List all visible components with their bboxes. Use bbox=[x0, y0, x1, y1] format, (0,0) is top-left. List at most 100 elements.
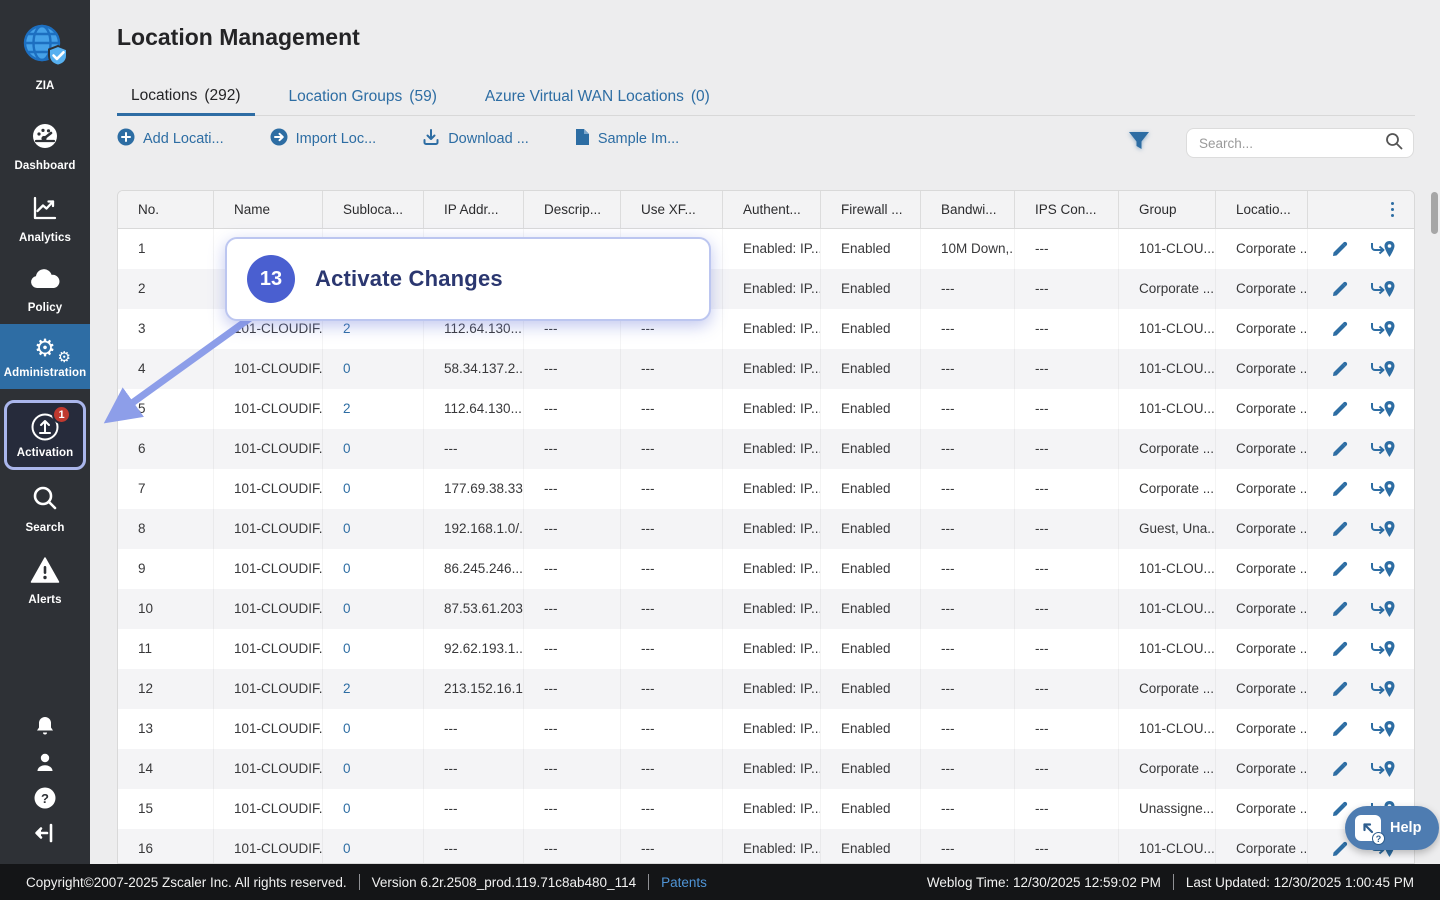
magnifier-icon[interactable] bbox=[1385, 132, 1403, 155]
cell-location: Corporate ... bbox=[1216, 269, 1308, 309]
edit-pencil-icon[interactable] bbox=[1332, 801, 1348, 817]
column-header-name[interactable]: Name bbox=[214, 191, 323, 228]
cell-sublocation-link[interactable]: 0 bbox=[323, 509, 424, 549]
sidebar-item-alerts[interactable]: Alerts bbox=[0, 556, 90, 606]
cell-sublocation-link[interactable]: 0 bbox=[323, 589, 424, 629]
sidebar-item-zia-logo[interactable]: ZIA bbox=[0, 22, 90, 92]
cell-sublocation-link[interactable]: 0 bbox=[323, 629, 424, 669]
cell-use-xff: --- bbox=[621, 709, 723, 749]
cell-name: 101-CLOUDIF... bbox=[214, 829, 323, 863]
edit-pencil-icon[interactable] bbox=[1332, 561, 1348, 577]
sidebar-item-search[interactable]: Search bbox=[0, 484, 90, 534]
go-to-location-pin-icon[interactable] bbox=[1370, 319, 1396, 339]
sidebar-item-dashboard[interactable]: Dashboard bbox=[0, 122, 90, 172]
go-to-location-pin-icon[interactable] bbox=[1370, 639, 1396, 659]
edit-pencil-icon[interactable] bbox=[1332, 401, 1348, 417]
column-header-group[interactable]: Group bbox=[1119, 191, 1216, 228]
cell-sublocation-link[interactable]: 0 bbox=[323, 789, 424, 829]
notifications-bell-button[interactable] bbox=[0, 714, 90, 743]
patents-link[interactable]: Patents bbox=[661, 875, 707, 890]
column-header-firewall[interactable]: Firewall ... bbox=[821, 191, 921, 228]
cell-sublocation-link[interactable]: 2 bbox=[323, 669, 424, 709]
column-header-use-xff[interactable]: Use XF... bbox=[621, 191, 723, 228]
edit-pencil-icon[interactable] bbox=[1332, 241, 1348, 257]
vertical-scrollbar-thumb[interactable] bbox=[1431, 192, 1438, 234]
callout-label: Activate Changes bbox=[315, 266, 503, 291]
sidebar-item-policy[interactable]: Policy bbox=[0, 266, 90, 314]
download-button[interactable]: Download ... bbox=[422, 128, 529, 150]
sidebar-item-analytics[interactable]: Analytics bbox=[0, 194, 90, 244]
cell-sublocation-link[interactable]: 0 bbox=[323, 349, 424, 389]
cell-use-xff: --- bbox=[621, 589, 723, 629]
user-profile-button[interactable] bbox=[0, 750, 90, 779]
cell-ips: --- bbox=[1015, 349, 1119, 389]
help-circle-button[interactable]: ? bbox=[0, 786, 90, 815]
go-to-location-pin-icon[interactable] bbox=[1370, 679, 1396, 699]
search-input[interactable] bbox=[1199, 135, 1385, 151]
cell-ips: --- bbox=[1015, 829, 1119, 863]
go-to-location-pin-icon[interactable] bbox=[1370, 239, 1396, 259]
cell-sublocation-link[interactable]: 2 bbox=[323, 389, 424, 429]
tab-azure-virtual-wan-locations[interactable]: Azure Virtual WAN Locations (0) bbox=[471, 78, 724, 116]
go-to-location-pin-icon[interactable] bbox=[1370, 719, 1396, 739]
help-button[interactable]: ? Help bbox=[1345, 806, 1440, 850]
add-location-button[interactable]: Add Locati... bbox=[117, 128, 224, 150]
column-header-ip[interactable]: IP Addr... bbox=[424, 191, 524, 228]
cell-sublocation-link[interactable]: 0 bbox=[323, 829, 424, 863]
cell-ip: 112.64.130.... bbox=[424, 389, 524, 429]
cell-no: 9 bbox=[118, 549, 214, 589]
column-header-no[interactable]: No. bbox=[118, 191, 214, 228]
go-to-location-pin-icon[interactable] bbox=[1370, 439, 1396, 459]
edit-pencil-icon[interactable] bbox=[1332, 841, 1348, 857]
filter-button[interactable] bbox=[1128, 131, 1150, 156]
edit-pencil-icon[interactable] bbox=[1332, 761, 1348, 777]
column-header-description[interactable]: Descrip... bbox=[524, 191, 621, 228]
column-settings-kebab-icon[interactable] bbox=[1390, 201, 1394, 218]
cell-bandwidth: --- bbox=[921, 629, 1015, 669]
edit-pencil-icon[interactable] bbox=[1332, 281, 1348, 297]
edit-pencil-icon[interactable] bbox=[1332, 441, 1348, 457]
tab-location-groups[interactable]: Location Groups (59) bbox=[275, 78, 451, 116]
cell-sublocation-link[interactable]: 0 bbox=[323, 469, 424, 509]
sidebar-item-administration[interactable]: ⚙ ⚙ Administration bbox=[0, 324, 90, 389]
edit-pencil-icon[interactable] bbox=[1332, 601, 1348, 617]
column-header-location[interactable]: Locatio... bbox=[1216, 191, 1308, 228]
go-to-location-pin-icon[interactable] bbox=[1370, 759, 1396, 779]
cell-no: 12 bbox=[118, 669, 214, 709]
edit-pencil-icon[interactable] bbox=[1332, 721, 1348, 737]
cell-ip: --- bbox=[424, 789, 524, 829]
cell-use-xff: --- bbox=[621, 789, 723, 829]
cell-sublocation-link[interactable]: 0 bbox=[323, 709, 424, 749]
go-to-location-pin-icon[interactable] bbox=[1370, 599, 1396, 619]
cell-sublocation-link[interactable]: 0 bbox=[323, 749, 424, 789]
go-to-location-pin-icon[interactable] bbox=[1370, 359, 1396, 379]
edit-pencil-icon[interactable] bbox=[1332, 361, 1348, 377]
logout-button[interactable] bbox=[0, 822, 90, 849]
cell-actions bbox=[1308, 589, 1414, 629]
tab-count: (292) bbox=[204, 86, 241, 104]
sidebar-item-label: Activation bbox=[16, 447, 74, 459]
column-header-ips[interactable]: IPS Con... bbox=[1015, 191, 1119, 228]
edit-pencil-icon[interactable] bbox=[1332, 681, 1348, 697]
cell-location: Corporate ... bbox=[1216, 829, 1308, 863]
cell-no: 6 bbox=[118, 429, 214, 469]
sample-import-button[interactable]: Sample Im... bbox=[575, 128, 679, 150]
column-header-sublocation[interactable]: Subloca... bbox=[323, 191, 424, 228]
edit-pencil-icon[interactable] bbox=[1332, 521, 1348, 537]
go-to-location-pin-icon[interactable] bbox=[1370, 519, 1396, 539]
go-to-location-pin-icon[interactable] bbox=[1370, 279, 1396, 299]
tab-locations[interactable]: Locations (292) bbox=[117, 78, 255, 116]
column-header-bandwidth[interactable]: Bandwi... bbox=[921, 191, 1015, 228]
import-locations-button[interactable]: Import Loc... bbox=[270, 128, 376, 150]
go-to-location-pin-icon[interactable] bbox=[1370, 399, 1396, 419]
sidebar-item-activation[interactable]: 1 Activation bbox=[4, 400, 86, 470]
edit-pencil-icon[interactable] bbox=[1332, 641, 1348, 657]
go-to-location-pin-icon[interactable] bbox=[1370, 479, 1396, 499]
edit-pencil-icon[interactable] bbox=[1332, 321, 1348, 337]
cell-no: 14 bbox=[118, 749, 214, 789]
go-to-location-pin-icon[interactable] bbox=[1370, 559, 1396, 579]
edit-pencil-icon[interactable] bbox=[1332, 481, 1348, 497]
cell-sublocation-link[interactable]: 0 bbox=[323, 549, 424, 589]
column-header-auth[interactable]: Authent... bbox=[723, 191, 821, 228]
cell-sublocation-link[interactable]: 0 bbox=[323, 429, 424, 469]
